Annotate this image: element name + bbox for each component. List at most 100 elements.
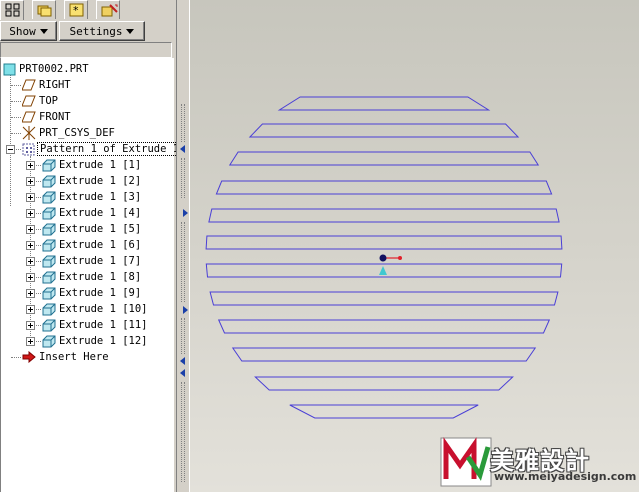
splitter-grip	[181, 222, 185, 302]
expand-toggle[interactable]	[26, 209, 35, 218]
tree-connector	[36, 261, 41, 262]
extrude-strip-12[interactable]	[289, 404, 479, 419]
tree-item-pattern[interactable]: Pattern 1 of Extrude 1	[22, 141, 183, 157]
extrude-feature-icon	[42, 319, 56, 332]
extrude-feature-icon	[42, 223, 56, 236]
extrude-strip-1[interactable]	[277, 96, 491, 111]
tree-item-label: Extrude 1 [4]	[59, 207, 142, 219]
expand-toggle[interactable]	[26, 177, 35, 186]
tree-connector	[16, 149, 21, 150]
tree-item-top-plane[interactable]: TOP	[22, 93, 58, 109]
tree-filter-bar[interactable]	[0, 42, 172, 58]
tab-folder-browser[interactable]	[32, 0, 56, 19]
tree-item-label: Extrude 1 [6]	[59, 239, 142, 251]
navigator-panel: * Show Settings PRT0002.PRT RIGHT TOP FR…	[0, 0, 183, 492]
extrude-feature-icon	[42, 271, 56, 284]
extrude-strip-4[interactable]	[215, 180, 553, 195]
tree-item-extrude[interactable]: Extrude 1 [1]	[42, 157, 141, 173]
extrude-feature-icon	[42, 191, 56, 204]
expand-toggle[interactable]	[26, 289, 35, 298]
tree-item-extrude[interactable]: Extrude 1 [10]	[42, 301, 148, 317]
tab-model-tree[interactable]	[0, 0, 24, 20]
expand-toggle[interactable]	[26, 273, 35, 282]
tree-item-root[interactable]: PRT0002.PRT	[3, 61, 89, 77]
model-geometry	[205, 96, 563, 419]
panel-splitter[interactable]	[176, 0, 190, 492]
pattern-icon	[22, 143, 35, 155]
expand-toggle[interactable]	[26, 257, 35, 266]
tree-connector	[11, 117, 21, 118]
settings-menu-label: Settings	[69, 24, 123, 38]
extrude-strip-6[interactable]	[205, 235, 563, 250]
expand-toggle[interactable]	[26, 161, 35, 170]
extrude-feature-icon	[42, 207, 56, 220]
settings-menu-button[interactable]: Settings	[59, 21, 145, 41]
expand-toggle[interactable]	[26, 193, 35, 202]
tree-item-label: Extrude 1 [1]	[59, 159, 142, 171]
tree-connector	[36, 277, 41, 278]
tree-item-label: Pattern 1 of Extrude 1	[36, 142, 183, 156]
extrude-strip-8[interactable]	[209, 291, 559, 306]
tree-item-right-plane[interactable]: RIGHT	[22, 77, 71, 93]
extrude-strip-2[interactable]	[248, 123, 520, 138]
svg-text:*: *	[73, 4, 79, 17]
tree-connector	[36, 245, 41, 246]
extrude-strip-10[interactable]	[231, 347, 537, 362]
expand-right-icon[interactable]	[183, 209, 188, 217]
tree-connector	[36, 341, 41, 342]
model-tree[interactable]: PRT0002.PRT RIGHT TOP FRONT PRT_CSYS_DEF	[0, 58, 183, 492]
tree-connector	[36, 165, 41, 166]
splitter-grip	[181, 104, 185, 142]
collapse-left-icon[interactable]	[180, 145, 185, 153]
tree-item-label: PRT_CSYS_DEF	[39, 127, 115, 139]
tree-connector	[11, 357, 21, 358]
tree-item-extrude[interactable]: Extrude 1 [4]	[42, 205, 141, 221]
tree-item-label: Extrude 1 [12]	[59, 335, 148, 347]
tree-item-extrude[interactable]: Extrude 1 [5]	[42, 221, 141, 237]
tree-item-front-plane[interactable]: FRONT	[22, 109, 71, 125]
tree-item-extrude[interactable]: Extrude 1 [12]	[42, 333, 148, 349]
show-menu-button[interactable]: Show	[0, 21, 57, 41]
expand-toggle[interactable]	[26, 305, 35, 314]
collapse-toggle[interactable]	[6, 145, 15, 154]
tree-item-label: Extrude 1 [11]	[59, 319, 148, 331]
tree-item-csys[interactable]: PRT_CSYS_DEF	[22, 125, 115, 141]
tree-connector	[36, 197, 41, 198]
tree-item-extrude[interactable]: Extrude 1 [7]	[42, 253, 141, 269]
tree-item-extrude[interactable]: Extrude 1 [9]	[42, 285, 141, 301]
tree-item-extrude[interactable]: Extrude 1 [2]	[42, 173, 141, 189]
expand-toggle[interactable]	[26, 337, 35, 346]
expand-toggle[interactable]	[26, 321, 35, 330]
extrude-feature-icon	[42, 159, 56, 172]
tree-item-extrude[interactable]: Extrude 1 [3]	[42, 189, 141, 205]
tree-item-extrude[interactable]: Extrude 1 [11]	[42, 317, 148, 333]
tab-favorites[interactable]: *	[64, 0, 88, 19]
tree-item-extrude[interactable]: Extrude 1 [6]	[42, 237, 141, 253]
splitter-grip	[181, 158, 185, 198]
expand-right-icon[interactable]	[183, 306, 188, 314]
tree-item-label: Extrude 1 [9]	[59, 287, 142, 299]
splitter-grip	[181, 382, 185, 482]
tree-connector	[11, 101, 21, 102]
watermark-url: www.meiyadesign.com	[494, 470, 637, 483]
expand-toggle[interactable]	[26, 241, 35, 250]
part-icon	[3, 63, 16, 75]
show-menu-label: Show	[9, 24, 36, 38]
tree-item-insert-here[interactable]: Insert Here	[22, 349, 109, 365]
extrude-feature-icon	[42, 335, 56, 348]
insert-arrow-icon	[22, 351, 36, 363]
extrude-strip-11[interactable]	[254, 376, 514, 391]
tree-item-label: Extrude 1 [10]	[59, 303, 148, 315]
collapse-left-icon[interactable]	[180, 357, 185, 365]
expand-toggle[interactable]	[26, 225, 35, 234]
tab-layers[interactable]	[96, 0, 120, 19]
coordinate-system-icon	[22, 126, 36, 140]
extrude-strip-3[interactable]	[228, 151, 540, 166]
csys-marker-icon	[379, 254, 402, 275]
extrude-strip-9[interactable]	[217, 319, 551, 334]
extrude-strip-5[interactable]	[208, 208, 560, 223]
graphics-window[interactable]	[190, 0, 639, 492]
tree-item-extrude[interactable]: Extrude 1 [8]	[42, 269, 141, 285]
collapse-left-icon[interactable]	[180, 369, 185, 377]
tree-item-label: TOP	[39, 95, 58, 107]
